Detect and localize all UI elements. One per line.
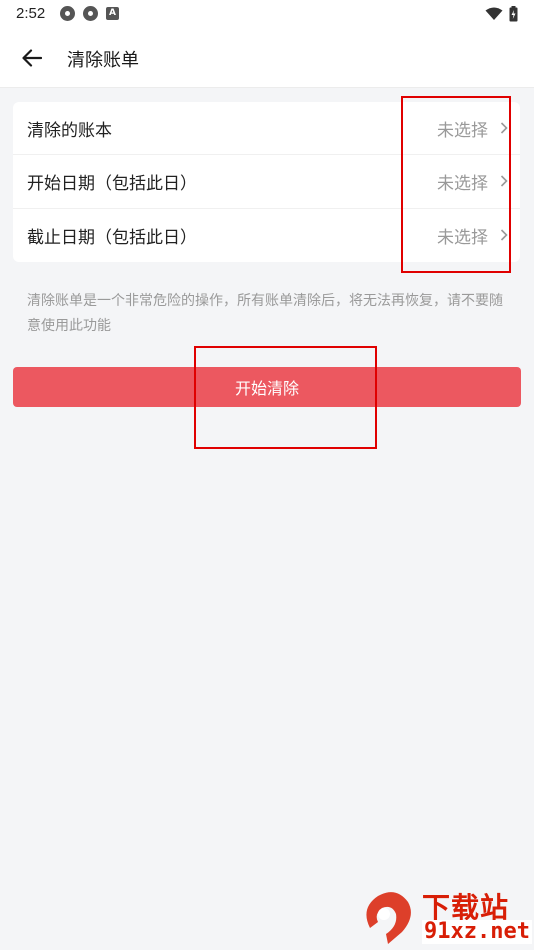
row-label: 截止日期（包括此日） — [27, 227, 197, 248]
watermark-bottom-text: 91xz.net — [422, 919, 532, 944]
wifi-icon — [485, 7, 503, 20]
page-title: 清除账单 — [67, 50, 139, 71]
settings-icon — [60, 6, 75, 21]
status-time: 2:52 — [16, 5, 46, 22]
status-bar: 2:52 A — [0, 0, 534, 28]
highlight-box-values — [401, 96, 511, 273]
warning-note: 清除账单是一个非常危险的操作，所有账单清除后，将无法再恢复，请不要随意使用此功能 — [27, 293, 503, 334]
watermark: 下载站 91xz.net — [358, 886, 532, 948]
row-label: 清除的账本 — [27, 120, 112, 141]
status-icons-right — [485, 6, 518, 22]
back-button[interactable] — [14, 42, 50, 74]
highlight-box-button — [194, 346, 377, 449]
settings-icon — [83, 6, 98, 21]
watermark-logo-icon — [366, 892, 411, 944]
a-icon: A — [106, 7, 119, 20]
app-bar: 清除账单 — [0, 28, 534, 88]
row-label: 开始日期（包括此日） — [27, 173, 197, 194]
arrow-left-icon — [22, 49, 42, 67]
status-icons-left: A — [60, 6, 119, 21]
battery-icon — [509, 6, 518, 22]
